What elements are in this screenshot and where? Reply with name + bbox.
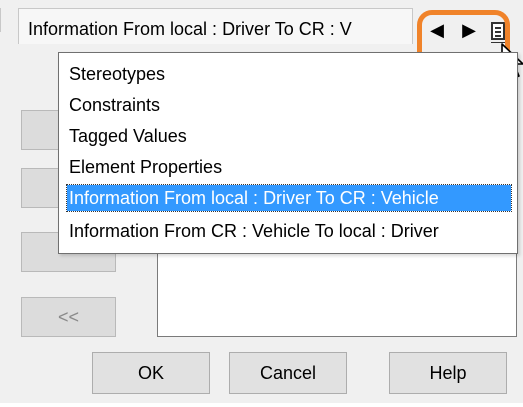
- window-bottom-edge: [0, 403, 523, 407]
- tab-edge-decoration: [0, 8, 7, 32]
- dropdown-item-element-properties[interactable]: Element Properties: [67, 154, 511, 180]
- dropdown-item-stereotypes[interactable]: Stereotypes: [67, 61, 511, 87]
- specification-tab[interactable]: Information From local : Driver To CR : …: [18, 8, 413, 44]
- help-button[interactable]: Help: [389, 352, 507, 394]
- dropdown-item-constraints[interactable]: Constraints: [67, 92, 511, 118]
- move-all-left-button[interactable]: <<: [21, 297, 116, 337]
- selected-items-list[interactable]: [157, 250, 517, 337]
- specification-dialog: Information From local : Driver To CR : …: [0, 0, 523, 407]
- dropdown-item-tagged-values[interactable]: Tagged Values: [67, 123, 511, 149]
- cancel-button[interactable]: Cancel: [229, 352, 347, 394]
- tab-title: Information From local : Driver To CR : …: [28, 19, 352, 39]
- dropdown-item-information-flow-1[interactable]: Information From local : Driver To CR : …: [66, 184, 512, 212]
- tab-list-dropdown: Stereotypes Constraints Tagged Values El…: [58, 52, 518, 254]
- dropdown-item-information-flow-2[interactable]: Information From CR : Vehicle To local :…: [67, 218, 511, 244]
- ok-button[interactable]: OK: [92, 352, 210, 394]
